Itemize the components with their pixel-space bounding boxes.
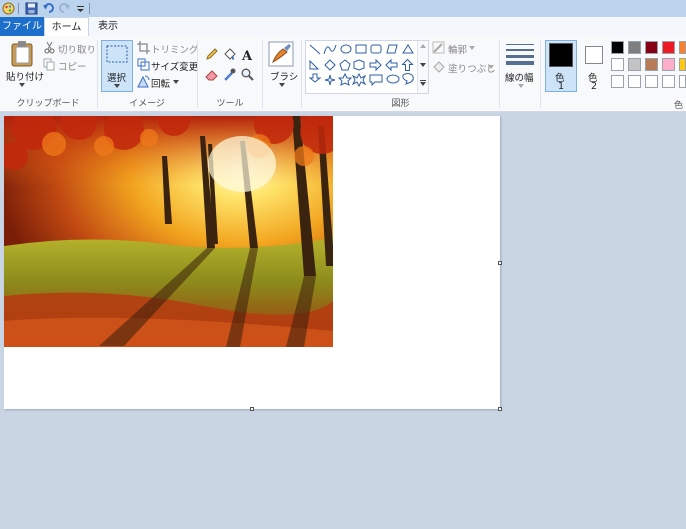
fill-bucket-icon[interactable] bbox=[223, 48, 236, 61]
palette-swatch-custom[interactable] bbox=[645, 75, 658, 88]
svg-text:A: A bbox=[241, 49, 253, 61]
ribbon-tabs: ファイル ホーム 表示 bbox=[0, 17, 686, 37]
palette-swatch-custom[interactable] bbox=[679, 75, 686, 88]
palette-swatch-black[interactable] bbox=[611, 41, 624, 54]
palette-swatch-custom[interactable] bbox=[611, 75, 624, 88]
group-separator bbox=[97, 40, 98, 108]
brush-icon[interactable] bbox=[268, 41, 294, 67]
tab-file[interactable]: ファイル bbox=[0, 17, 44, 36]
group-separator bbox=[540, 40, 541, 108]
canvas-resize-handle-corner[interactable] bbox=[498, 407, 502, 411]
brushes-dropdown-icon[interactable] bbox=[279, 83, 285, 87]
color2-swatch[interactable] bbox=[585, 46, 603, 64]
image-group-label: イメージ bbox=[129, 99, 165, 109]
palette-swatch-custom[interactable] bbox=[628, 75, 641, 88]
select-label: 選択 bbox=[107, 73, 127, 84]
shapes-grid-icon[interactable] bbox=[308, 43, 418, 91]
shapes-gallery bbox=[305, 40, 429, 94]
palette-swatch-orange[interactable] bbox=[679, 41, 686, 54]
palette-swatch-pink[interactable] bbox=[662, 58, 675, 71]
color-picker-icon[interactable] bbox=[223, 68, 236, 81]
resize-button[interactable]: サイズ変更 bbox=[151, 59, 198, 73]
palette-swatch-red[interactable] bbox=[662, 41, 675, 54]
scroll-up-icon[interactable] bbox=[420, 44, 426, 48]
qat-separator bbox=[89, 3, 90, 14]
eraser-icon[interactable] bbox=[205, 68, 218, 81]
line-width-icon[interactable] bbox=[506, 42, 534, 66]
pencil-icon[interactable] bbox=[205, 48, 218, 61]
line-width-dropdown-icon[interactable] bbox=[518, 84, 524, 88]
ribbon: 貼り付け 切り取り コピー クリップボード 選択 トリミング サイズ変更 回転 … bbox=[0, 36, 686, 112]
gallery-expand-icon[interactable] bbox=[420, 80, 426, 86]
magnifier-icon[interactable] bbox=[241, 68, 254, 81]
color2-number: 2 bbox=[591, 81, 598, 92]
paste-button[interactable]: 貼り付け bbox=[6, 69, 44, 83]
shapes-group-label: 図形 bbox=[391, 99, 410, 109]
text-icon[interactable]: A bbox=[241, 48, 254, 61]
line-width-button[interactable]: 線の幅 bbox=[505, 70, 534, 84]
resize-icon bbox=[137, 58, 150, 71]
quick-access-toolbar bbox=[0, 0, 686, 18]
copy-button[interactable]: コピー bbox=[58, 59, 87, 73]
color1-swatch bbox=[549, 43, 573, 67]
group-separator bbox=[301, 40, 302, 108]
outline-button[interactable]: 輪郭 bbox=[448, 42, 467, 56]
select-dropdown-icon[interactable] bbox=[114, 84, 120, 88]
clipboard-group: 貼り付け 切り取り コピー クリップボード bbox=[0, 36, 96, 111]
rotate-dropdown-icon[interactable] bbox=[173, 80, 179, 84]
customize-qat-icon[interactable] bbox=[74, 2, 87, 15]
scroll-down-icon[interactable] bbox=[420, 63, 426, 67]
color1-number: 1 bbox=[558, 81, 565, 92]
outline-dropdown-icon[interactable] bbox=[469, 46, 475, 50]
group-separator bbox=[262, 40, 263, 108]
canvas-resize-handle-bottom[interactable] bbox=[250, 407, 254, 411]
tools-group-label: ツール bbox=[216, 99, 244, 109]
palette-swatch-gold[interactable] bbox=[679, 58, 686, 71]
paint-app-icon[interactable] bbox=[2, 2, 15, 15]
colors-group-label: 色 bbox=[674, 101, 684, 111]
palette-swatch-lightgray[interactable] bbox=[628, 58, 641, 71]
rotate-icon bbox=[137, 75, 150, 88]
palette-swatch-brown[interactable] bbox=[645, 58, 658, 71]
crop-icon bbox=[137, 41, 150, 54]
fill-icon bbox=[433, 61, 445, 73]
palette-swatch-white[interactable] bbox=[611, 58, 624, 71]
tab-home[interactable]: ホーム bbox=[44, 17, 89, 37]
qat-separator bbox=[18, 3, 19, 14]
brushes-button[interactable]: ブラシ bbox=[270, 69, 298, 83]
group-separator bbox=[499, 40, 500, 108]
cut-button[interactable]: 切り取り bbox=[58, 42, 96, 56]
shapes-scrollbar[interactable] bbox=[417, 41, 428, 93]
crop-button[interactable]: トリミング bbox=[151, 42, 199, 56]
redo-icon[interactable] bbox=[58, 2, 71, 15]
rotate-button[interactable]: 回転 bbox=[151, 76, 170, 90]
palette-swatch-gray[interactable] bbox=[628, 41, 641, 54]
paste-icon[interactable] bbox=[10, 40, 34, 68]
outline-icon bbox=[432, 41, 445, 54]
scissors-icon bbox=[44, 41, 55, 54]
group-separator bbox=[197, 40, 198, 108]
autumn-forest-photo[interactable] bbox=[4, 116, 333, 347]
copy-icon bbox=[43, 58, 55, 71]
clipboard-group-label: クリップボード bbox=[16, 99, 80, 109]
tab-view[interactable]: 表示 bbox=[90, 17, 126, 36]
select-rectangle-icon bbox=[106, 45, 128, 63]
undo-icon[interactable] bbox=[42, 2, 55, 15]
canvas-resize-handle-right[interactable] bbox=[498, 261, 502, 265]
palette-swatch-custom[interactable] bbox=[662, 75, 675, 88]
fill-dropdown-icon[interactable] bbox=[488, 65, 494, 69]
paste-dropdown-icon[interactable] bbox=[19, 83, 25, 87]
palette-swatch-darkred[interactable] bbox=[645, 41, 658, 54]
save-icon[interactable] bbox=[25, 2, 38, 15]
